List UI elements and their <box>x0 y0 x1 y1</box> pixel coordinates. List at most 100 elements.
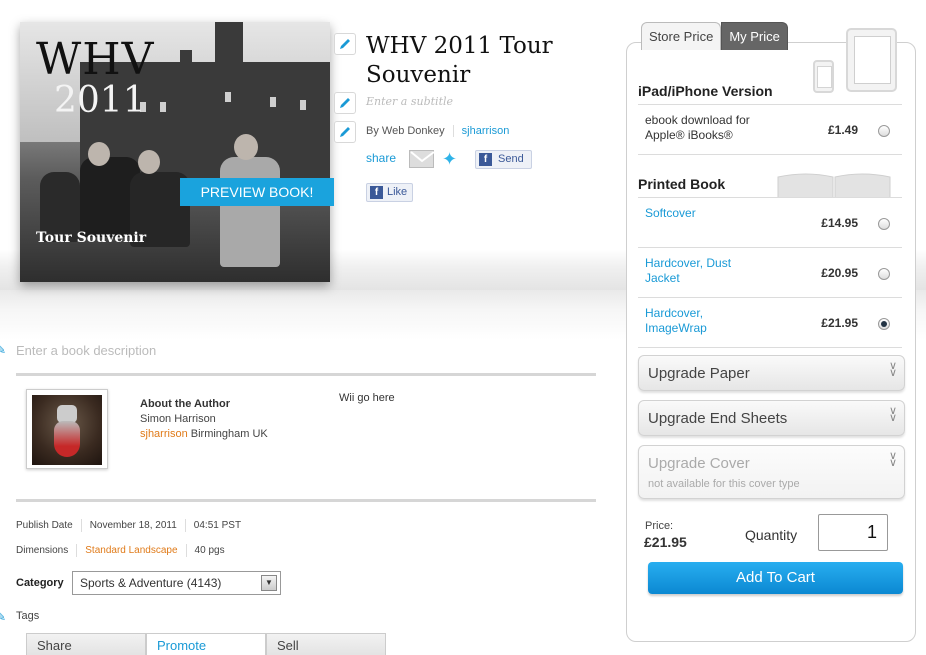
upgrade-cover-note: not available for this cover type <box>648 478 800 490</box>
upgrade-paper-dropdown[interactable]: Upgrade Paper ∨ ∨ <box>638 355 905 391</box>
facebook-send-button[interactable]: f Send <box>475 150 532 169</box>
avatar-image <box>32 395 102 465</box>
divider <box>185 544 187 557</box>
hardcover-dust-jacket-price: £20.95 <box>821 266 858 280</box>
author-byline: By Web Donkey <box>366 125 445 137</box>
description-placeholder[interactable]: Enter a book description <box>16 343 156 358</box>
edit-author-pencil-icon[interactable] <box>334 121 356 143</box>
double-chevron-down-icon: ∨ ∨ <box>888 404 897 424</box>
quantity-input[interactable]: 1 <box>818 514 888 551</box>
cover-window <box>300 100 306 110</box>
tab-promote[interactable]: Promote <box>146 633 266 655</box>
chevron-down-icon: ▼ <box>261 575 277 591</box>
hardcover-imagewrap-option-label[interactable]: Hardcover, ImageWrap <box>645 306 755 336</box>
divider <box>638 104 902 105</box>
printed-section-heading: Printed Book <box>638 176 726 192</box>
email-icon[interactable] <box>409 150 435 168</box>
divider <box>452 125 454 138</box>
upgrade-end-sheets-label: Upgrade End Sheets <box>648 410 788 427</box>
avatar-figure-body <box>54 421 80 457</box>
author-name: Simon Harrison <box>140 413 216 425</box>
softcover-option-label[interactable]: Softcover <box>645 206 795 221</box>
edit-subtitle-pencil-icon[interactable] <box>334 92 356 114</box>
edit-tags-pencil-icon[interactable]: ✎ <box>0 610 6 628</box>
about-author-heading: About the Author <box>140 398 231 410</box>
facebook-like-button[interactable]: f Like <box>366 183 414 202</box>
price-tabs: Store Price My Price <box>641 22 788 50</box>
double-chevron-down-icon: ∨ ∨ <box>888 449 897 469</box>
cover-title: WHV <box>36 34 155 85</box>
tags-label: Tags <box>16 610 40 622</box>
ebook-price: £1.49 <box>827 123 858 137</box>
author-username-link[interactable]: sjharrison <box>462 125 510 137</box>
upgrade-paper-label: Upgrade Paper <box>648 365 750 382</box>
dimensions-link[interactable]: Standard Landscape <box>85 545 177 556</box>
divider <box>80 519 82 532</box>
tab-share[interactable]: Share <box>26 633 146 655</box>
cover-subtitle: Tour Souvenir <box>36 230 147 246</box>
divider <box>16 373 596 376</box>
divider <box>638 154 902 155</box>
book-title[interactable]: WHV 2011 Tour Souvenir <box>366 32 616 90</box>
share-label: share <box>366 151 397 165</box>
edit-title-pencil-icon[interactable] <box>334 33 356 55</box>
divider <box>184 519 186 532</box>
hardcover-dust-jacket-option-label[interactable]: Hardcover, Dust Jacket <box>645 256 755 286</box>
hardcover-dust-jacket-radio[interactable] <box>878 268 890 280</box>
category-label: Category <box>16 577 64 589</box>
cover-year: 2011 <box>54 80 146 121</box>
price-label: Price: <box>645 520 674 532</box>
quantity-label: Quantity <box>745 527 798 543</box>
open-book-icon <box>777 173 891 198</box>
publish-info: Publish Date November 18, 2011 04:51 PST <box>16 519 241 532</box>
cover-face <box>88 142 110 166</box>
tablet-icon <box>846 28 897 92</box>
divider <box>76 544 78 557</box>
double-chevron-down-icon: ∨ ∨ <box>888 359 897 379</box>
cover-window <box>270 97 276 107</box>
softcover-price: £14.95 <box>821 216 858 230</box>
facebook-icon: f <box>479 153 492 166</box>
divider <box>16 499 596 502</box>
add-to-cart-button[interactable]: Add To Cart <box>648 562 903 594</box>
author-note: Wii go here <box>339 392 395 404</box>
divider <box>638 297 902 298</box>
author-user-location: sjharrison Birmingham UK <box>140 428 268 440</box>
cover-face <box>234 134 258 160</box>
upgrade-cover-label: Upgrade Cover <box>648 455 750 472</box>
cover-chimney <box>180 50 192 80</box>
publish-date-label: Publish Date <box>16 520 73 532</box>
softcover-radio[interactable] <box>878 218 890 230</box>
twitter-bird-icon[interactable]: ✦ <box>442 149 457 170</box>
upgrade-cover-dropdown: Upgrade Cover ∨ ∨ not available for this … <box>638 445 905 499</box>
phone-icon <box>813 60 834 93</box>
like-label: Like <box>387 186 408 198</box>
tab-my-price[interactable]: My Price <box>721 22 788 50</box>
tab-sell[interactable]: Sell <box>266 633 386 655</box>
category-select[interactable]: Sports & Adventure (4143) ▼ <box>72 571 281 595</box>
cover-window <box>225 92 231 102</box>
byline: By Web Donkey sjharrison <box>366 125 510 138</box>
total-price: £21.95 <box>644 534 687 550</box>
category-value: Sports & Adventure (4143) <box>80 576 222 590</box>
preview-book-button[interactable]: PREVIEW BOOK! <box>180 178 334 206</box>
facebook-icon: f <box>370 186 383 199</box>
cover-face <box>138 150 160 174</box>
cover-tower <box>215 22 243 82</box>
tab-store-price[interactable]: Store Price <box>641 22 722 50</box>
dimensions-info: Dimensions Standard Landscape 40 pgs <box>16 544 225 557</box>
upgrade-end-sheets-dropdown[interactable]: Upgrade End Sheets ∨ ∨ <box>638 400 905 436</box>
book-cover-image[interactable]: WHV 2011 Tour Souvenir <box>20 22 330 282</box>
divider <box>638 197 902 198</box>
author-location: Birmingham UK <box>190 428 268 440</box>
dimensions-label: Dimensions <box>16 545 69 557</box>
edit-description-pencil-icon[interactable]: ✎ <box>0 343 6 361</box>
divider <box>638 247 902 248</box>
send-label: Send <box>498 153 524 165</box>
hardcover-imagewrap-radio[interactable] <box>878 318 890 330</box>
subtitle-placeholder[interactable]: Enter a subtitle <box>366 95 453 108</box>
hardcover-imagewrap-price: £21.95 <box>821 316 858 330</box>
author-username-link[interactable]: sjharrison <box>140 428 188 440</box>
ebook-radio[interactable] <box>878 125 890 137</box>
author-avatar[interactable] <box>26 389 108 469</box>
